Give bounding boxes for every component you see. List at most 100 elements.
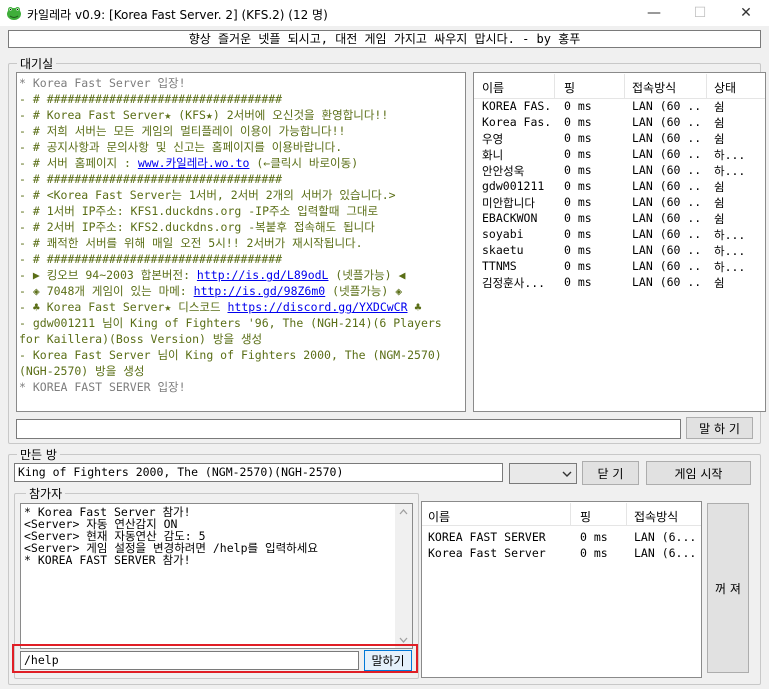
user-row[interactable]: skaetu 0 ms LAN (60 ... 하... — [474, 243, 765, 259]
chat-link[interactable]: http://is.gd/98Z6m0 — [194, 284, 326, 298]
player-col-name-header[interactable]: 이름 — [428, 508, 450, 525]
chat-line: - # 서버 홈페이지 : www.카일레라.wo.to (←클릭시 바로이동) — [19, 155, 463, 171]
lobby-label: 대기실 — [17, 55, 57, 72]
user-status: 쉼 — [714, 132, 725, 146]
user-ping: 0 ms — [564, 211, 592, 225]
player-conn: LAN (6... — [634, 530, 697, 544]
room-name-field[interactable]: King of Fighters 2000, The (NGM-2570)(NG… — [14, 463, 503, 482]
player-row[interactable]: Korea Fast Server 0 ms LAN (6... — [422, 546, 701, 562]
user-name: 김정훈사... — [482, 276, 546, 290]
close-room-button[interactable]: 닫 기 — [582, 461, 639, 485]
player-list[interactable]: 이름 핑 접속방식 KOREA FAST SERVER 0 ms LAN (6...… — [421, 501, 702, 678]
close-button[interactable]: ✕ — [723, 0, 769, 26]
chat-link[interactable]: https://discord.gg/YXDCwCR — [228, 300, 408, 314]
user-name: 미안합니다 — [482, 196, 535, 210]
chat-link[interactable]: www.카일레라.wo.to — [138, 156, 250, 170]
room-chat-log[interactable]: * Korea Fast Server 참가! <Server> 자동 연산감지 … — [20, 503, 413, 649]
user-status: 하... — [714, 244, 746, 258]
room-send-button[interactable]: 말하기 — [364, 650, 412, 671]
room-log-line: * KOREA FAST SERVER 참가! — [24, 553, 191, 567]
chat-line: - ♣ Korea Fast Server★ 디스코드 https://disc… — [19, 299, 463, 315]
user-conn: LAN (60 ... — [632, 99, 704, 113]
user-name: 안안성욱 — [482, 164, 525, 178]
chat-line: - # 쾌적한 서버를 위해 매일 오전 5시!! 2서버가 재시작됩니다. — [19, 236, 363, 250]
chat-line: - # <Korea Fast Server는 1서버, 2서버 2개의 서버가… — [19, 188, 396, 202]
lobby-chat-log[interactable]: * Korea Fast Server 입장! - # #############… — [16, 72, 466, 412]
column-separator — [626, 503, 627, 525]
col-conn-header[interactable]: 접속방식 — [632, 79, 676, 96]
user-name: skaetu — [482, 243, 524, 257]
lobby-chat-input[interactable] — [16, 419, 681, 439]
chat-link[interactable]: http://is.gd/L89odL — [197, 268, 329, 282]
user-ping: 0 ms — [564, 131, 592, 145]
user-ping: 0 ms — [564, 195, 592, 209]
player-col-ping-header[interactable]: 핑 — [580, 508, 591, 525]
user-row[interactable]: 안안성욱 0 ms LAN (60 ... 하... — [474, 163, 765, 179]
user-row[interactable]: TTNMS 0 ms LAN (60 ... 하... — [474, 259, 765, 275]
title-bar: 카일레라 v0.9: [Korea Fast Server. 2] (KFS.2… — [0, 0, 769, 26]
chat-line: - # 1서버 IP주소: KFS1.duckdns.org -IP주소 입력할… — [19, 204, 379, 218]
user-status: 하... — [714, 260, 746, 274]
user-name: gdw001211 — [482, 179, 545, 193]
user-status: 쉼 — [714, 276, 725, 290]
leave-room-button[interactable]: 꺼 져 — [707, 503, 749, 673]
player-col-conn-header[interactable]: 접속방식 — [634, 508, 678, 525]
player-row[interactable]: KOREA FAST SERVER 0 ms LAN (6... — [422, 530, 701, 546]
chat-line: - # ################################## — [19, 92, 283, 106]
user-list-header: 이름 핑 접속방식 상태 — [474, 73, 765, 99]
room-chat-input[interactable]: /help — [20, 651, 359, 670]
chat-text: - ◈ 7048개 게임이 있는 마메: — [19, 284, 194, 298]
room-option-select[interactable] — [509, 463, 577, 484]
user-status: 하... — [714, 148, 746, 162]
col-name-header[interactable]: 이름 — [482, 79, 504, 96]
chat-line: - # 2서버 IP주소: KFS2.duckdns.org -복붙후 접속해도… — [19, 220, 375, 234]
user-row[interactable]: 우영 0 ms LAN (60 ... 쉼 — [474, 131, 765, 147]
user-row[interactable]: soyabi 0 ms LAN (60 ... 하... — [474, 227, 765, 243]
user-ping: 0 ms — [564, 115, 592, 129]
chevron-down-icon — [562, 471, 572, 477]
chat-text: - ♣ Korea Fast Server★ 디스코드 — [19, 300, 228, 314]
user-row[interactable]: 화니 0 ms LAN (60 ... 하... — [474, 147, 765, 163]
scroll-down-icon[interactable] — [399, 637, 408, 643]
user-ping: 0 ms — [564, 259, 592, 273]
chat-line: - # 저희 서버는 모든 게임의 멀티플레이 이용이 가능합니다!! — [19, 124, 346, 138]
user-row[interactable]: gdw001211 0 ms LAN (60 ... 쉼 — [474, 179, 765, 195]
user-name: 화니 — [482, 148, 504, 162]
user-ping: 0 ms — [564, 243, 592, 257]
chat-line: - ◈ 7048개 게임이 있는 마메: http://is.gd/98Z6m0… — [19, 283, 463, 299]
user-row[interactable]: EBACKWON 0 ms LAN (60 ... 쉼 — [474, 211, 765, 227]
chat-line: * KOREA FAST SERVER 입장! — [19, 380, 186, 394]
room-chat-scrollbar[interactable] — [395, 504, 412, 648]
user-name: EBACKWON — [482, 211, 538, 225]
user-row[interactable]: 미안합니다 0 ms LAN (60 ... 쉼 — [474, 195, 765, 211]
start-game-button[interactable]: 게임 시작 — [646, 461, 751, 485]
server-banner: 향상 즐거운 넷플 되시고, 대전 게임 가지고 싸우지 맙시다. - by 홍… — [8, 30, 761, 48]
user-list[interactable]: 이름 핑 접속방식 상태 KOREA FAS... 0 ms LAN (60 ...… — [473, 72, 766, 412]
minimize-button[interactable]: — — [631, 0, 677, 26]
col-ping-header[interactable]: 핑 — [564, 79, 575, 96]
user-row[interactable]: Korea Fas... 0 ms LAN (60 ... 쉼 — [474, 115, 765, 131]
user-conn: LAN (60 ... — [632, 243, 704, 257]
user-ping: 0 ms — [564, 179, 592, 193]
scroll-up-icon[interactable] — [399, 509, 408, 515]
user-ping: 0 ms — [564, 163, 592, 177]
player-conn: LAN (6... — [634, 546, 697, 560]
col-status-header[interactable]: 상태 — [714, 79, 736, 96]
chat-text: (넷플가능) ◈ — [325, 284, 403, 298]
column-separator — [706, 74, 707, 98]
user-row[interactable]: KOREA FAS... 0 ms LAN (60 ... 쉼 — [474, 99, 765, 115]
chat-line: * Korea Fast Server 입장! — [19, 76, 186, 90]
player-list-header: 이름 핑 접속방식 — [422, 502, 701, 526]
chat-text: - ▶ 킹오브 94~2003 합본버전: — [19, 268, 197, 282]
column-separator — [554, 74, 555, 98]
frog-app-icon — [7, 7, 21, 20]
chat-line: - ▶ 킹오브 94~2003 합본버전: http://is.gd/L89od… — [19, 267, 463, 283]
user-row[interactable]: 김정훈사... 0 ms LAN (60 ... 쉼 — [474, 275, 765, 291]
user-name: 우영 — [482, 132, 504, 146]
lobby-send-button[interactable]: 말 하 기 — [686, 417, 753, 439]
maximize-button[interactable]: ☐ — [677, 0, 723, 26]
user-ping: 0 ms — [564, 275, 592, 289]
user-conn: LAN (60 ... — [632, 227, 704, 241]
column-separator — [570, 503, 571, 525]
window-title: 카일레라 v0.9: [Korea Fast Server. 2] (KFS.2… — [27, 8, 328, 22]
